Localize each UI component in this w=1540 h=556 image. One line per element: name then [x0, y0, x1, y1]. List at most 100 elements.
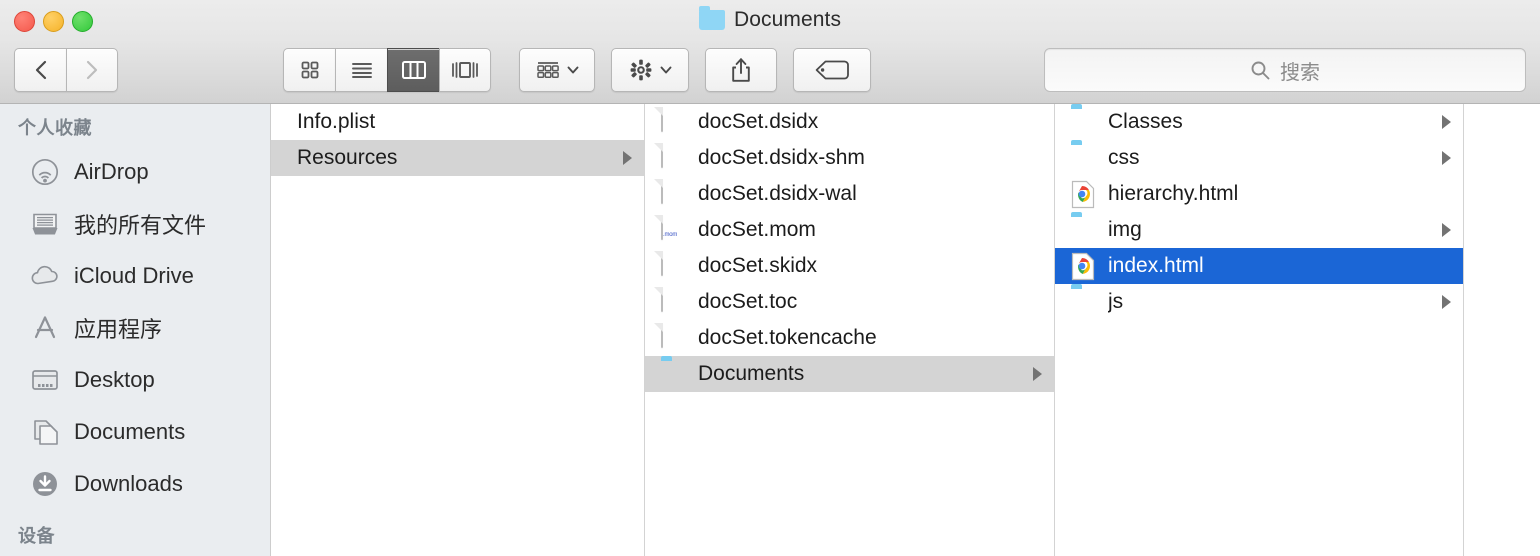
document-icon	[661, 286, 687, 317]
document-icon	[661, 322, 687, 353]
downloads-icon	[30, 469, 60, 499]
gear-icon	[630, 59, 651, 81]
documents-icon	[30, 417, 60, 447]
document-icon	[661, 250, 687, 281]
plist-file-icon	[271, 108, 286, 137]
back-icon	[35, 60, 46, 80]
file-row[interactable]: .mom docSet.mom	[645, 212, 1054, 248]
folder-icon	[1071, 144, 1097, 173]
tags-button[interactable]	[793, 48, 871, 92]
navigation-buttons	[14, 48, 118, 92]
file-row[interactable]: docSet.dsidx-wal	[645, 176, 1054, 212]
chrome-icon	[1071, 180, 1097, 209]
sidebar-item-all-my-files[interactable]: 我的所有文件	[0, 198, 270, 250]
document-icon	[661, 106, 687, 137]
share-button[interactable]	[705, 48, 777, 92]
coverflow-view-button[interactable]	[439, 48, 491, 92]
disclosure-arrow-icon[interactable]	[623, 151, 632, 165]
arrange-button[interactable]	[519, 48, 595, 92]
file-row[interactable]: docSet.dsidx	[645, 104, 1054, 140]
chrome-icon	[1071, 252, 1097, 281]
sidebar-item-label: AirDrop	[74, 159, 149, 184]
column-view-button[interactable]	[387, 48, 439, 92]
back-button[interactable]	[14, 48, 66, 92]
search-icon	[1251, 61, 1270, 80]
file-name: Info.plist	[297, 110, 376, 133]
chevron-down-icon	[660, 66, 671, 74]
file-row[interactable]: css	[1055, 140, 1463, 176]
arrange-icon	[536, 62, 559, 78]
file-row[interactable]: Classes	[1055, 104, 1463, 140]
list-view-button[interactable]	[335, 48, 387, 92]
column-1[interactable]: Info.plist Resources	[271, 104, 645, 556]
disclosure-arrow-icon[interactable]	[1442, 151, 1451, 165]
column-4[interactable]	[1464, 104, 1540, 556]
search-placeholder: 搜索	[1280, 61, 1320, 84]
list-icon	[351, 63, 372, 78]
file-row[interactable]: Resources	[271, 140, 644, 176]
chevron-down-icon	[567, 66, 578, 74]
coverflow-icon	[452, 62, 478, 78]
disclosure-arrow-icon[interactable]	[1442, 223, 1451, 237]
mom-document-icon: .mom	[661, 214, 687, 245]
file-row[interactable]: docSet.tokencache	[645, 320, 1054, 356]
file-row[interactable]: docSet.toc	[645, 284, 1054, 320]
finder-window: Documents 搜索 个人收藏 AirDrop 我的所有文件 iCloud …	[0, 0, 1540, 556]
file-name: js	[1108, 290, 1124, 313]
window-title: Documents	[0, 6, 1540, 32]
file-name: img	[1108, 218, 1142, 241]
file-row[interactable]: js	[1055, 284, 1463, 320]
file-row[interactable]: img	[1055, 212, 1463, 248]
file-row[interactable]: Documents	[645, 356, 1054, 392]
column-2[interactable]: docSet.dsidx docSet.dsidx-shm docSet.dsidx…	[645, 104, 1055, 556]
all-my-files-icon	[30, 209, 60, 239]
document-icon	[661, 142, 687, 173]
sidebar-item-label: Documents	[74, 419, 186, 444]
folder-icon	[1071, 288, 1097, 317]
folder-icon	[1071, 216, 1097, 245]
sidebar-section-favorites: 个人收藏	[18, 118, 92, 138]
desktop-icon	[30, 365, 60, 395]
file-name: Documents	[698, 362, 805, 385]
sidebar-item-label: iCloud Drive	[74, 263, 194, 288]
file-name: Classes	[1108, 110, 1183, 133]
icon-view-button[interactable]	[283, 48, 335, 92]
file-row[interactable]: docSet.skidx	[645, 248, 1054, 284]
document-icon	[661, 178, 687, 209]
disclosure-arrow-icon[interactable]	[1442, 295, 1451, 309]
sidebar-item-documents[interactable]: Documents	[0, 406, 270, 458]
sidebar-item-downloads[interactable]: Downloads	[0, 458, 270, 510]
forward-icon	[86, 60, 98, 80]
sidebar[interactable]: 个人收藏 AirDrop 我的所有文件 iCloud Drive 应用程序 De…	[0, 104, 271, 556]
share-icon	[732, 58, 750, 82]
action-button[interactable]	[611, 48, 689, 92]
airdrop-icon	[30, 157, 60, 187]
column-browser: Info.plist Resources docSet.dsidx docSet.d…	[271, 104, 1540, 556]
file-row[interactable]: Info.plist	[271, 104, 644, 140]
view-mode-buttons	[283, 48, 491, 92]
sidebar-item-airdrop[interactable]: AirDrop	[0, 146, 270, 198]
file-row[interactable]: hierarchy.html	[1055, 176, 1463, 212]
sidebar-item-label: 应用程序	[74, 317, 163, 342]
sidebar-item-icloud-drive[interactable]: iCloud Drive	[0, 250, 270, 302]
file-name: docSet.tokencache	[698, 326, 877, 349]
search-field[interactable]: 搜索	[1044, 48, 1526, 92]
sidebar-item-label: 我的所有文件	[74, 213, 207, 238]
window-chrome: Documents 搜索	[0, 0, 1540, 104]
disclosure-arrow-icon[interactable]	[1442, 115, 1451, 129]
file-name: docSet.dsidx	[698, 110, 819, 133]
file-row[interactable]: docSet.dsidx-shm	[645, 140, 1054, 176]
sidebar-item-desktop[interactable]: Desktop	[0, 354, 270, 406]
sidebar-item-applications[interactable]: 应用程序	[0, 302, 270, 354]
disclosure-arrow-icon[interactable]	[1033, 367, 1042, 381]
blue-clip-icon	[271, 144, 286, 173]
file-name: docSet.toc	[698, 290, 798, 313]
page-title: Documents	[733, 8, 842, 31]
file-name: docSet.dsidx-shm	[698, 146, 865, 169]
column-3[interactable]: Classes css hierarchy.html img index.html js	[1055, 104, 1464, 556]
sidebar-section-devices: 设备	[18, 526, 55, 546]
file-name: index.html	[1108, 254, 1204, 277]
file-row[interactable]: index.html	[1055, 248, 1463, 284]
forward-button[interactable]	[66, 48, 118, 92]
sidebar-item-label: Downloads	[74, 471, 183, 496]
